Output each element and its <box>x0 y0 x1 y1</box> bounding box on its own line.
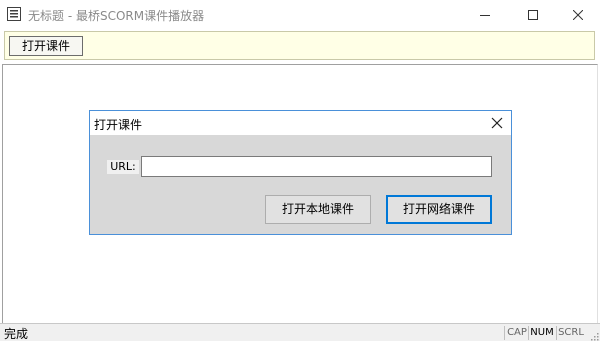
status-separator <box>504 326 505 340</box>
app-icon[interactable] <box>7 7 21 21</box>
minimize-button[interactable] <box>462 0 508 30</box>
dialog-title: 打开课件 <box>94 118 143 132</box>
dialog-close-button[interactable] <box>489 115 505 131</box>
resize-grip-icon[interactable] <box>589 330 599 341</box>
open-network-button[interactable]: 打开网络课件 <box>386 195 492 224</box>
title-bar[interactable]: 无标题 - 最桥SCORM课件播放器 <box>0 0 600 30</box>
dialog-title-bar[interactable]: 打开课件 <box>90 111 511 135</box>
close-icon <box>491 117 503 129</box>
caps-lock-indicator: CAP <box>507 327 527 338</box>
maximize-button[interactable] <box>510 0 556 30</box>
minimize-icon <box>480 15 490 16</box>
url-label: URL: <box>107 160 139 174</box>
status-bar: 完成 CAP NUM SCRL <box>0 323 600 341</box>
app-window: 无标题 - 最桥SCORM课件播放器 打开课件 打开课件 URL: 打开本地课件… <box>0 0 600 341</box>
open-local-button[interactable]: 打开本地课件 <box>265 195 371 224</box>
url-input[interactable] <box>141 156 492 177</box>
scroll-lock-indicator: SCRL <box>558 327 584 338</box>
toolbar: 打开课件 <box>4 31 595 60</box>
open-courseware-button[interactable]: 打开课件 <box>9 36 83 56</box>
num-lock-indicator: NUM <box>530 327 554 338</box>
maximize-icon <box>528 10 538 20</box>
open-courseware-dialog: 打开课件 URL: 打开本地课件 打开网络课件 <box>89 110 512 235</box>
window-title: 无标题 - 最桥SCORM课件播放器 <box>28 9 205 23</box>
status-text: 完成 <box>4 327 29 341</box>
close-icon <box>573 10 583 20</box>
dialog-body: URL: 打开本地课件 打开网络课件 <box>90 135 511 234</box>
close-button[interactable] <box>555 0 600 30</box>
